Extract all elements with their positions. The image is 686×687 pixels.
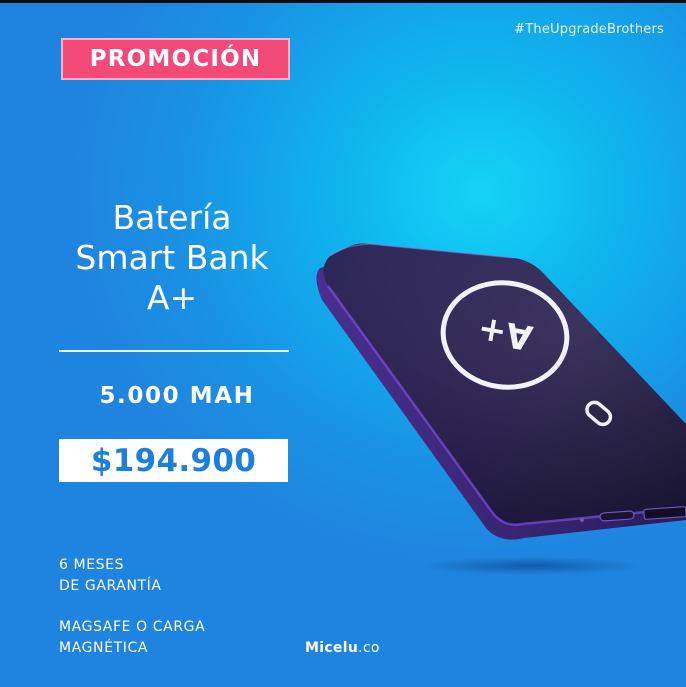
warranty-line-2: DE GARANTÍA bbox=[59, 578, 162, 594]
capacity-label: 5.000 MAH bbox=[99, 383, 255, 409]
power-bank-image: A+ bbox=[316, 243, 686, 575]
product-title-line-3: A+ bbox=[146, 278, 198, 317]
charging-line-1: MAGSAFE O CARGA bbox=[59, 619, 206, 635]
promo-ad: #TheUpgradeBrothers PROMOCIÓN Batería Sm… bbox=[0, 0, 686, 687]
hashtag: #TheUpgradeBrothers bbox=[514, 22, 664, 37]
brand-logo: Micelu.co bbox=[305, 640, 380, 656]
divider bbox=[59, 350, 289, 352]
warranty-line-1: 6 MESES bbox=[59, 557, 125, 573]
product-title-line-1: Batería bbox=[112, 198, 232, 237]
brand-name: Micelu bbox=[305, 640, 359, 656]
product-title: Batería Smart Bank A+ bbox=[40, 198, 304, 318]
brand-suffix: .co bbox=[358, 640, 380, 656]
promo-badge: PROMOCIÓN bbox=[61, 38, 290, 80]
charging-feature: MAGSAFE O CARGA MAGNÉTICA bbox=[59, 617, 205, 659]
charging-line-2: MAGNÉTICA bbox=[59, 640, 149, 656]
warranty-feature: 6 MESES DE GARANTÍA bbox=[59, 555, 162, 597]
top-border bbox=[0, 0, 686, 3]
price-tag: $194.900 bbox=[59, 439, 288, 482]
product-title-line-2: Smart Bank bbox=[75, 238, 269, 277]
